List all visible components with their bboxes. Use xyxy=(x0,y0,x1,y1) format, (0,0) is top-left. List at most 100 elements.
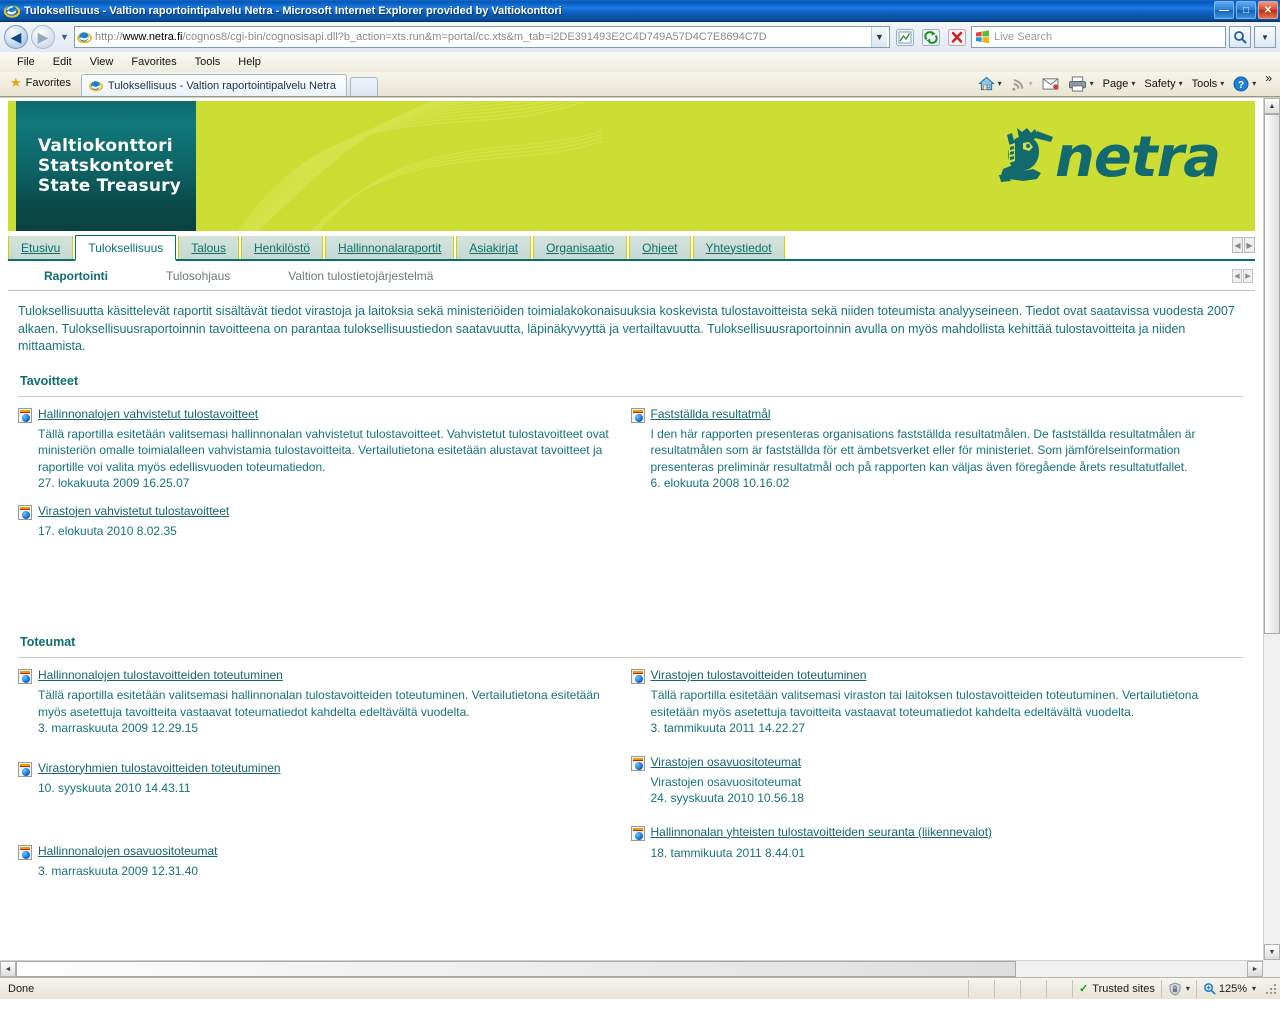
nav-tab-henkilosto[interactable]: Henkilöstö xyxy=(240,236,323,259)
menu-item-tools[interactable]: Tools xyxy=(186,54,230,70)
refresh-button[interactable] xyxy=(919,26,942,48)
print-button[interactable]: ▾ xyxy=(1064,75,1098,92)
report-date: 10. syyskuuta 2010 14.43.11 xyxy=(38,780,191,795)
back-button[interactable]: ◀ xyxy=(4,25,28,49)
section-divider xyxy=(18,657,1243,658)
new-tab-button[interactable] xyxy=(349,77,378,96)
subnav-scroll-right-button[interactable]: ▶ xyxy=(1243,268,1253,283)
report-item: Hallinnonalojen osavuositoteumat 3. marr… xyxy=(18,844,619,880)
subnav-item-valtion-tulostietojarjestelma[interactable]: Valtion tulostietojärjestelmä xyxy=(288,269,433,283)
report-link[interactable]: Virastojen tulostavoitteiden toteutumine… xyxy=(651,668,867,683)
protected-mode-indicator[interactable]: ▾ xyxy=(1160,979,1196,998)
report-header[interactable]: Virastoryhmien tulostavoitteiden toteutu… xyxy=(18,761,619,777)
report-header[interactable]: Fastställda resultatmål xyxy=(630,407,1232,423)
forward-button[interactable]: ▶ xyxy=(31,25,55,49)
status-segment-3 xyxy=(1020,979,1046,998)
nav-tab-yhteystiedot[interactable]: Yhteystiedot xyxy=(692,236,785,259)
vertical-scrollbar[interactable]: ▲ ▼ xyxy=(1263,98,1280,960)
browser-tab-active[interactable]: Tuloksellisuus - Valtion raportointipalv… xyxy=(80,74,347,96)
help-menu-button[interactable]: ? ▾ xyxy=(1229,76,1260,92)
page-menu-button[interactable]: Page ▾ xyxy=(1099,78,1140,90)
site-sub-navigation: Raportointi Tulosohjaus Valtion tulostie… xyxy=(8,261,1255,291)
print-caret-icon[interactable]: ▾ xyxy=(1090,79,1094,88)
window-title-bar: Tuloksellisuus - Valtion raportointipalv… xyxy=(0,0,1280,22)
read-mail-button[interactable] xyxy=(1038,77,1063,90)
tools-menu-button[interactable]: Tools ▾ xyxy=(1188,78,1229,90)
scroll-down-button[interactable]: ▼ xyxy=(1264,944,1280,960)
window-controls: — □ ✕ xyxy=(1214,1,1278,19)
report-header[interactable]: Hallinnonalojen tulostavoitteiden toteut… xyxy=(18,668,619,684)
nav-tab-ohjeet[interactable]: Ohjeet xyxy=(629,236,691,259)
report-link[interactable]: Hallinnonalojen vahvistetut tulostavoitt… xyxy=(38,407,258,422)
report-header[interactable]: Hallinnonalojen osavuositoteumat xyxy=(18,844,619,860)
report-icon xyxy=(18,845,32,860)
scrollbar-corner xyxy=(1263,960,1280,977)
menu-item-file[interactable]: File xyxy=(8,54,44,70)
report-header[interactable]: Virastojen osavuositoteumat xyxy=(630,755,1232,771)
page-caret-icon: ▾ xyxy=(1131,79,1136,88)
recent-pages-dropdown-icon[interactable]: ▼ xyxy=(58,32,71,42)
report-header[interactable]: Virastojen vahvistetut tulostavoitteet xyxy=(18,504,619,520)
scroll-right-button[interactable]: ► xyxy=(1247,961,1263,977)
report-header[interactable]: Hallinnonalojen vahvistetut tulostavoitt… xyxy=(18,407,619,423)
nav-tab-talous[interactable]: Talous xyxy=(178,236,239,259)
tools-menu-label: Tools xyxy=(1191,77,1218,90)
home-caret-icon[interactable]: ▾ xyxy=(998,79,1002,88)
search-box[interactable]: Live Search xyxy=(971,26,1226,48)
feeds-button[interactable]: ▾ xyxy=(1007,76,1037,91)
home-button[interactable]: ▾ xyxy=(974,76,1006,91)
report-link[interactable]: Virastojen vahvistetut tulostavoitteet xyxy=(38,504,229,519)
subnav-scroll-controls: ◀ ▶ xyxy=(1232,268,1253,283)
menu-item-help[interactable]: Help xyxy=(229,54,270,70)
nav-tab-etusivu[interactable]: Etusivu xyxy=(8,236,74,259)
stop-button[interactable] xyxy=(945,26,968,48)
address-dropdown-icon[interactable]: ▼ xyxy=(871,27,887,47)
subnav-item-raportointi[interactable]: Raportointi xyxy=(44,269,108,283)
address-bar[interactable]: http://www.netra.fi/cognos8/cgi-bin/cogn… xyxy=(74,26,890,48)
nav-tab-hallinnonalaraportit[interactable]: Hallinnonalaraportit xyxy=(325,236,455,259)
security-zone-indicator[interactable]: ✓ Trusted sites xyxy=(1072,979,1161,998)
report-link[interactable]: Hallinnonalojen osavuositoteumat xyxy=(38,844,217,859)
report-header[interactable]: Hallinnonalan yhteisten tulostavoitteide… xyxy=(630,825,1232,841)
horizontal-scrollbar[interactable]: ◄ ► xyxy=(0,960,1263,977)
nav-scroll-left-button[interactable]: ◀ xyxy=(1232,237,1243,253)
menu-item-favorites[interactable]: Favorites xyxy=(122,54,185,70)
vertical-scroll-thumb[interactable] xyxy=(1264,114,1280,634)
favorites-button-label: Favorites xyxy=(25,77,71,89)
menu-item-edit[interactable]: Edit xyxy=(44,54,81,70)
safety-menu-button[interactable]: Safety ▾ xyxy=(1140,78,1186,90)
command-bar-overflow-button[interactable]: » xyxy=(1261,71,1276,85)
nav-tab-organisaatio[interactable]: Organisaatio xyxy=(533,236,628,259)
report-description: I den här rapporten presenteras organisa… xyxy=(650,426,1196,474)
subnav-item-tulosohjaus[interactable]: Tulosohjaus xyxy=(166,269,230,283)
search-dropdown-button[interactable]: ▼ xyxy=(1254,26,1276,48)
nav-scroll-right-button[interactable]: ▶ xyxy=(1244,237,1255,253)
zoom-level-control[interactable]: 125% ▾ xyxy=(1195,979,1262,998)
report-header[interactable]: Virastojen tulostavoitteiden toteutumine… xyxy=(630,668,1232,684)
report-link[interactable]: Fastställda resultatmål xyxy=(651,407,771,422)
report-link[interactable]: Virastojen osavuositoteumat xyxy=(651,755,802,770)
nav-tab-asiakirjat[interactable]: Asiakirjat xyxy=(456,236,532,259)
report-item: Fastställda resultatmål I den här rappor… xyxy=(630,407,1232,492)
report-link[interactable]: Hallinnonalojen tulostavoitteiden toteut… xyxy=(38,668,283,683)
protected-mode-caret-icon[interactable]: ▾ xyxy=(1186,984,1190,993)
scroll-up-button[interactable]: ▲ xyxy=(1264,98,1280,114)
compatibility-view-button[interactable] xyxy=(893,26,916,48)
menu-item-view[interactable]: View xyxy=(81,54,123,70)
resize-grip[interactable] xyxy=(1264,982,1278,996)
zoom-level-label: 125% xyxy=(1218,982,1247,995)
scroll-left-button[interactable]: ◄ xyxy=(0,961,16,977)
intro-paragraph: Tuloksellisuutta käsittelevät raportit s… xyxy=(18,304,1235,353)
logo-line-en: State Treasury xyxy=(38,176,182,196)
nav-tab-tuloksellisuus[interactable]: Tuloksellisuus xyxy=(75,235,177,261)
subnav-scroll-left-button[interactable]: ◀ xyxy=(1232,268,1242,283)
minimize-button[interactable]: — xyxy=(1214,1,1234,19)
close-button[interactable]: ✕ xyxy=(1258,1,1278,19)
report-link[interactable]: Hallinnonalan yhteisten tulostavoitteide… xyxy=(651,825,993,840)
maximize-button[interactable]: □ xyxy=(1236,1,1256,19)
report-link[interactable]: Virastoryhmien tulostavoitteiden toteutu… xyxy=(38,761,281,776)
search-go-button[interactable] xyxy=(1229,26,1251,48)
favorites-button[interactable]: ★ Favorites xyxy=(6,72,81,96)
horizontal-scroll-thumb[interactable] xyxy=(16,961,1016,977)
zoom-caret-icon[interactable]: ▾ xyxy=(1252,984,1256,993)
